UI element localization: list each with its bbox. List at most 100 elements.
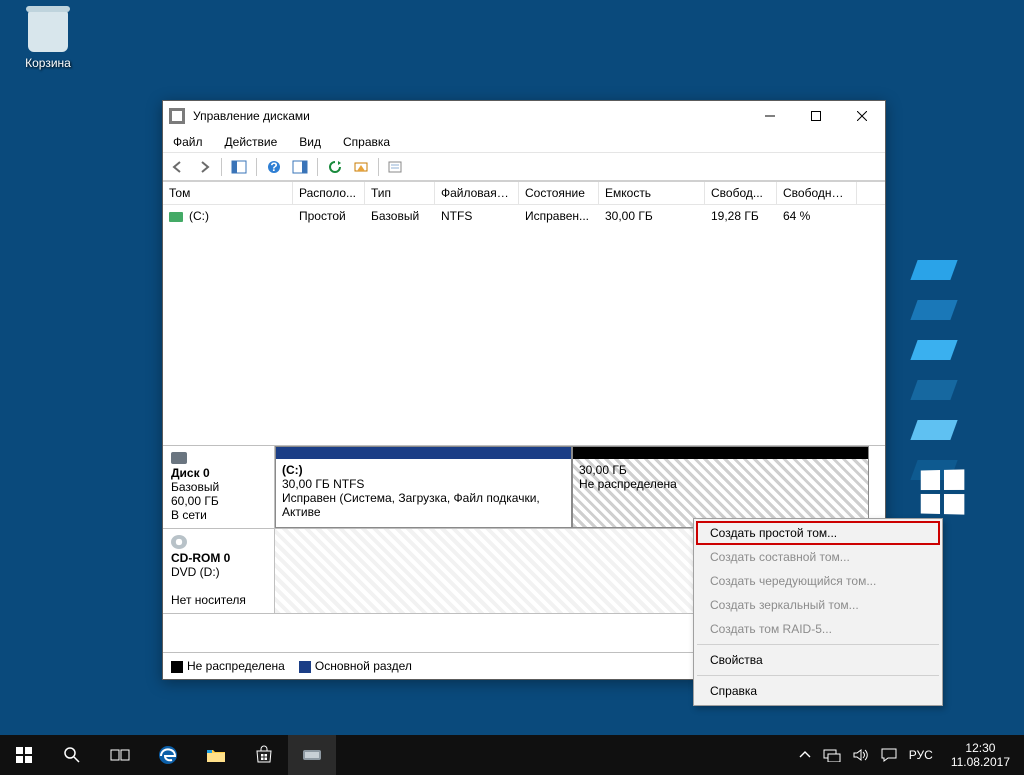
- partition-unallocated[interactable]: 30,00 ГБ Не распределена: [572, 446, 869, 528]
- partition-c-name: (C:): [282, 463, 303, 477]
- context-menu: Создать простой том... Создать составной…: [693, 518, 943, 706]
- volume-list[interactable]: (C:) Простой Базовый NTFS Исправен... 30…: [163, 205, 885, 445]
- col-status[interactable]: Состояние: [519, 182, 599, 204]
- ctx-new-mirrored-volume[interactable]: Создать зеркальный том...: [696, 593, 940, 617]
- cell-free-pct: 64 %: [777, 205, 857, 227]
- disk-0-size: 60,00 ГБ: [171, 494, 219, 508]
- refresh-button[interactable]: [324, 156, 346, 178]
- cell-volume: (C:): [163, 205, 293, 227]
- cell-layout: Простой: [293, 205, 365, 227]
- taskbar-clock[interactable]: 12:30 11.08.2017: [945, 741, 1016, 769]
- search-button[interactable]: [48, 735, 96, 775]
- legend-swatch-primary: [299, 661, 311, 673]
- ctx-new-simple-volume[interactable]: Создать простой том...: [696, 521, 940, 545]
- taskbar-store[interactable]: [240, 735, 288, 775]
- rescan-disks-button[interactable]: [350, 156, 372, 178]
- cdrom-title: CD-ROM 0: [171, 551, 230, 565]
- cdrom-state: Нет носителя: [171, 593, 246, 607]
- minimize-button[interactable]: [747, 101, 793, 131]
- legend-primary: Основной раздел: [315, 659, 412, 673]
- col-layout[interactable]: Располо...: [293, 182, 365, 204]
- ctx-help[interactable]: Справка: [696, 679, 940, 703]
- back-button[interactable]: [167, 156, 189, 178]
- unallocated-size: 30,00 ГБ: [579, 463, 627, 477]
- cdrom-sub: DVD (D:): [171, 565, 220, 579]
- col-capacity[interactable]: Емкость: [599, 182, 705, 204]
- start-button[interactable]: [0, 735, 48, 775]
- col-free[interactable]: Свобод...: [705, 182, 777, 204]
- volume-row[interactable]: (C:) Простой Базовый NTFS Исправен... 30…: [163, 205, 885, 227]
- task-view-button[interactable]: [96, 735, 144, 775]
- partition-c[interactable]: (C:) 30,00 ГБ NTFS Исправен (Система, За…: [275, 446, 572, 528]
- disk-icon: [171, 452, 187, 464]
- cdrom-label[interactable]: CD-ROM 0 DVD (D:) Нет носителя: [163, 529, 275, 614]
- volume-list-header: Том Располо... Тип Файловая с... Состоян…: [163, 181, 885, 205]
- menu-file[interactable]: Файл: [169, 133, 207, 151]
- disk-0-partitions: (C:) 30,00 ГБ NTFS Исправен (Система, За…: [275, 446, 885, 529]
- folder-icon: [206, 746, 226, 764]
- close-button[interactable]: [839, 101, 885, 131]
- taskbar-explorer[interactable]: [192, 735, 240, 775]
- show-hide-console-tree-button[interactable]: [228, 156, 250, 178]
- col-free-pct[interactable]: Свободно %: [777, 182, 857, 204]
- input-language[interactable]: РУС: [909, 748, 933, 762]
- action-center-icon[interactable]: [881, 748, 897, 762]
- clock-date: 11.08.2017: [951, 755, 1010, 769]
- menu-action[interactable]: Действие: [221, 133, 282, 151]
- cell-capacity: 30,00 ГБ: [599, 205, 705, 227]
- drive-icon: [169, 212, 183, 222]
- col-volume[interactable]: Том: [163, 182, 293, 204]
- unallocated-status: Не распределена: [579, 477, 677, 491]
- menubar: Файл Действие Вид Справка: [163, 131, 885, 153]
- menu-help[interactable]: Справка: [339, 133, 394, 151]
- disk-0-title: Диск 0: [171, 466, 210, 480]
- partition-c-status: Исправен (Система, Загрузка, Файл подкач…: [282, 491, 540, 519]
- taskbar: РУС 12:30 11.08.2017: [0, 735, 1024, 775]
- cell-fs: NTFS: [435, 205, 519, 227]
- windows-logo-icon: [16, 747, 32, 763]
- col-type[interactable]: Тип: [365, 182, 435, 204]
- cell-status: Исправен...: [519, 205, 599, 227]
- ctx-new-raid5-volume[interactable]: Создать том RAID-5...: [696, 617, 940, 641]
- cell-type: Базовый: [365, 205, 435, 227]
- col-filesystem[interactable]: Файловая с...: [435, 182, 519, 204]
- partition-c-size: 30,00 ГБ NTFS: [282, 477, 364, 491]
- maximize-button[interactable]: [793, 101, 839, 131]
- ctx-new-spanned-volume[interactable]: Создать составной том...: [696, 545, 940, 569]
- titlebar[interactable]: Управление дисками: [163, 101, 885, 131]
- partition-unallocated-header: [573, 447, 868, 459]
- disk-0-label[interactable]: Диск 0 Базовый 60,00 ГБ В сети: [163, 446, 275, 529]
- disk-0-row: Диск 0 Базовый 60,00 ГБ В сети (C:) 30,0…: [163, 446, 885, 529]
- cdrom-icon: [171, 535, 187, 549]
- recycle-bin-icon: [28, 10, 68, 52]
- ctx-properties[interactable]: Свойства: [696, 648, 940, 672]
- clock-time: 12:30: [951, 741, 1010, 755]
- ctx-separator: [697, 675, 939, 676]
- action-pane-button[interactable]: [289, 156, 311, 178]
- window-title: Управление дисками: [193, 109, 310, 123]
- tray-chevron-up-icon[interactable]: [799, 749, 811, 761]
- help-button[interactable]: ?: [263, 156, 285, 178]
- ctx-separator: [697, 644, 939, 645]
- disk-0-kind: Базовый: [171, 480, 219, 494]
- legend-unallocated: Не распределена: [187, 659, 285, 673]
- volume-icon[interactable]: [853, 748, 869, 762]
- ctx-new-striped-volume[interactable]: Создать чередующийся том...: [696, 569, 940, 593]
- taskbar-edge[interactable]: [144, 735, 192, 775]
- desktop-icon-recycle-bin[interactable]: Корзина: [16, 10, 80, 70]
- partition-c-header: [276, 447, 571, 459]
- taskbar-disk-management[interactable]: [288, 735, 336, 775]
- menu-view[interactable]: Вид: [295, 133, 325, 151]
- system-tray: РУС 12:30 11.08.2017: [791, 741, 1024, 769]
- search-icon: [63, 746, 81, 764]
- store-icon: [254, 745, 274, 765]
- more-actions-button[interactable]: [385, 156, 407, 178]
- network-icon[interactable]: [823, 748, 841, 762]
- app-icon: [169, 108, 185, 124]
- cell-free: 19,28 ГБ: [705, 205, 777, 227]
- task-view-icon: [110, 747, 130, 763]
- svg-text:?: ?: [270, 160, 277, 174]
- forward-button[interactable]: [193, 156, 215, 178]
- windows-logo-wallpaper: [921, 469, 965, 514]
- recycle-bin-label: Корзина: [25, 56, 71, 70]
